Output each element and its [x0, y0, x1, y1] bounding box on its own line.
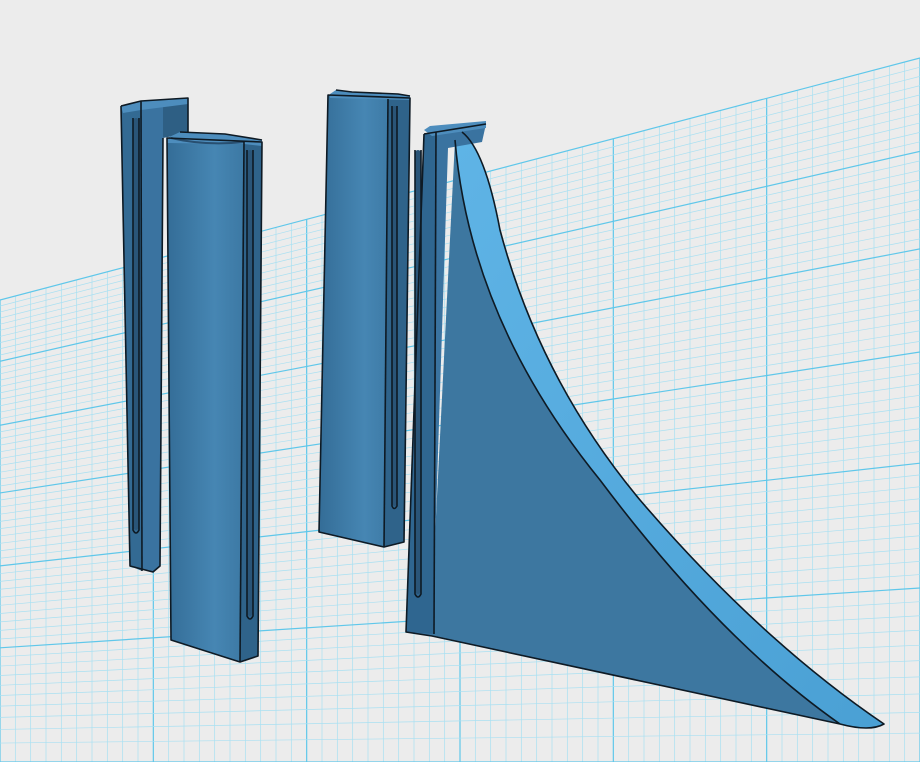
fin-with-slotted-post[interactable] [405, 121, 885, 729]
channel-post[interactable] [166, 131, 263, 663]
3d-viewport[interactable] [0, 0, 920, 762]
flat-post[interactable] [318, 89, 411, 548]
scene-canvas[interactable] [0, 0, 920, 762]
